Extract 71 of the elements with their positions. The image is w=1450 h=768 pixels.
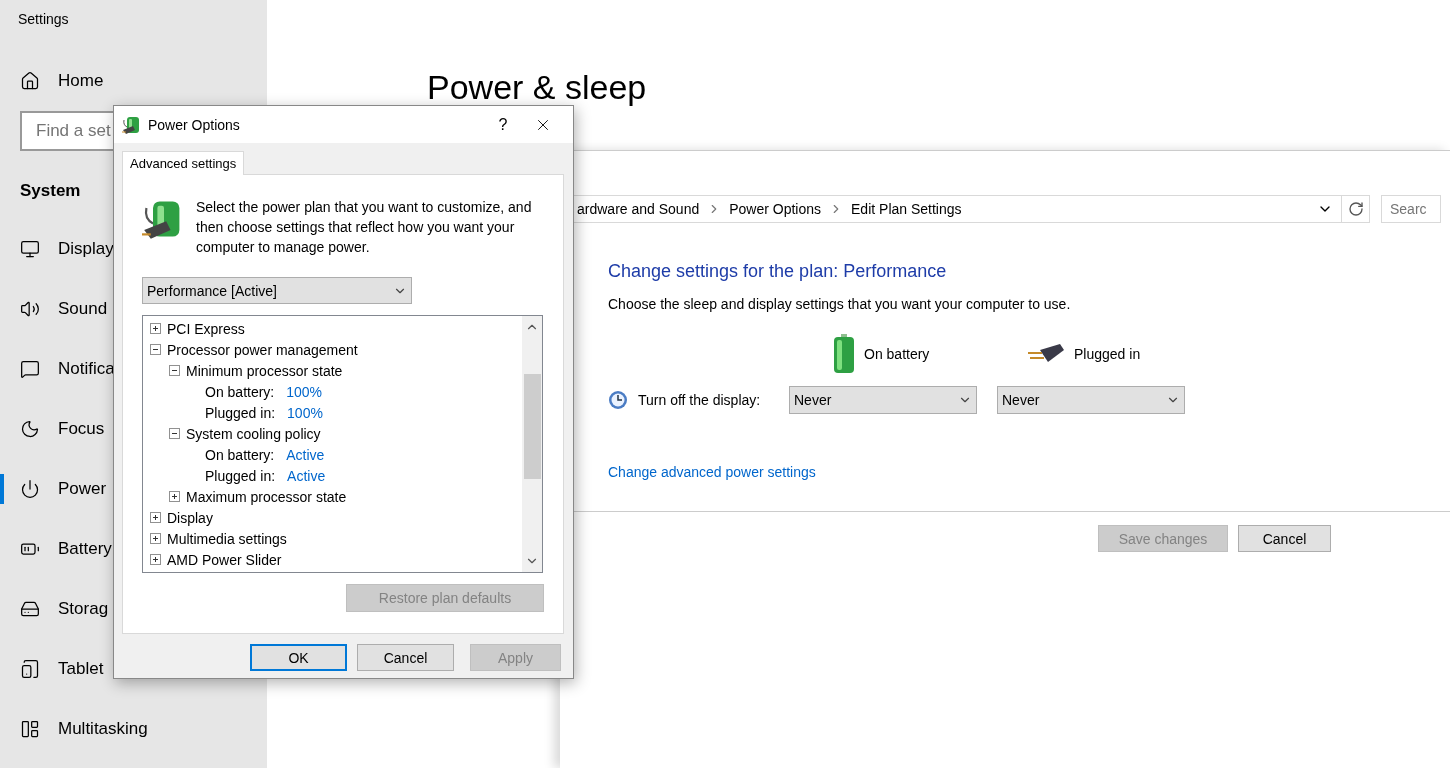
tree-item[interactable]: Display: [167, 509, 213, 526]
battery-icon: [832, 334, 856, 374]
tree-item[interactable]: Processor power management: [167, 341, 358, 358]
plan-title: Change settings for the plan: Performance: [608, 261, 948, 282]
message-icon[interactable]: [20, 359, 40, 379]
expand-icon[interactable]: [150, 554, 161, 565]
tablet-icon[interactable]: [20, 659, 40, 679]
nav-item[interactable]: Power: [58, 479, 107, 499]
breadcrumb-item[interactable]: Edit Plan Settings: [851, 201, 962, 217]
expand-icon[interactable]: [150, 323, 161, 334]
column-heading: Plugged in: [1074, 346, 1141, 362]
setting-label: Turn off the display:: [638, 392, 762, 408]
dialog-title: Power Options: [148, 116, 241, 133]
breadcrumb-item[interactable]: ardware and Sound: [577, 201, 700, 217]
tree-item[interactable]: Maximum processor state: [186, 488, 347, 505]
timeout-dropdown[interactable]: Never: [789, 386, 977, 414]
home-icon[interactable]: [20, 71, 40, 91]
setting-label: On battery:: [205, 446, 275, 463]
search-field[interactable]: Searc: [1381, 195, 1441, 223]
nav-item[interactable]: Notifica: [58, 359, 115, 379]
moon-icon[interactable]: [20, 419, 40, 439]
tree-item[interactable]: System cooling policy: [186, 425, 321, 442]
help-button[interactable]: ?: [478, 115, 528, 134]
power-icon[interactable]: [20, 479, 40, 499]
collapse-icon[interactable]: [150, 344, 161, 355]
collapse-icon[interactable]: [169, 428, 180, 439]
expand-icon[interactable]: [150, 512, 161, 523]
setting-value[interactable]: Active: [287, 467, 326, 484]
dialog-button[interactable]: OK: [250, 644, 347, 671]
dialog-button[interactable]: Cancel: [357, 644, 454, 671]
clock-icon: [608, 390, 628, 410]
nav-item[interactable]: Sound: [58, 299, 108, 319]
app-title: Settings: [17, 11, 70, 29]
intro-text: Select the power plan that you want to customize, and then choose settings that reflect how you want your computer to manage power.: [196, 198, 533, 257]
dialog-button[interactable]: Cancel: [1238, 525, 1331, 552]
setting-label: On battery:: [205, 383, 275, 400]
refresh-icon[interactable]: [1347, 201, 1364, 217]
timeout-dropdown[interactable]: Never: [997, 386, 1185, 414]
nav-item[interactable]: Storag: [58, 599, 109, 619]
home-link[interactable]: Home: [58, 71, 104, 91]
nav-item[interactable]: Display: [58, 239, 114, 259]
drive-icon[interactable]: [20, 599, 40, 619]
breadcrumb-item[interactable]: Power Options: [729, 201, 822, 217]
tree-item[interactable]: Multimedia settings: [167, 530, 287, 547]
setting-value[interactable]: 100%: [286, 383, 323, 400]
expand-icon[interactable]: [169, 491, 180, 502]
page-title: Power & sleep: [427, 68, 648, 107]
monitor-icon[interactable]: [20, 239, 40, 259]
nav-item[interactable]: Battery: [58, 539, 112, 559]
setting-value[interactable]: 100%: [287, 404, 323, 421]
plan-dropdown[interactable]: Performance [Active]: [142, 277, 412, 304]
speaker-icon[interactable]: [20, 299, 40, 319]
nav-item[interactable]: Focus: [58, 419, 105, 439]
setting-label: Plugged in:: [205, 467, 276, 484]
tree-item[interactable]: PCI Express: [167, 320, 245, 337]
section-heading: System: [20, 181, 81, 201]
layout-icon[interactable]: [20, 719, 40, 739]
setting-label: Plugged in:: [205, 404, 276, 421]
tree-item[interactable]: Minimum processor state: [186, 362, 343, 379]
power-plug-icon: [122, 114, 142, 135]
nav-item[interactable]: Tablet: [58, 659, 104, 679]
tree-item[interactable]: AMD Power Slider: [167, 551, 282, 568]
expand-icon[interactable]: [150, 533, 161, 544]
plan-description: Choose the sleep and display settings that you want your computer to use.: [608, 296, 1072, 312]
nav-item[interactable]: Multitasking: [58, 719, 148, 739]
collapse-icon[interactable]: [169, 365, 180, 376]
scrollbar[interactable]: [522, 316, 542, 572]
column-heading: On battery: [864, 346, 930, 362]
tab[interactable]: Advanced settings: [122, 151, 245, 175]
setting-value[interactable]: Active: [286, 446, 325, 463]
advanced-settings-link[interactable]: Change advanced power settings: [608, 464, 816, 480]
